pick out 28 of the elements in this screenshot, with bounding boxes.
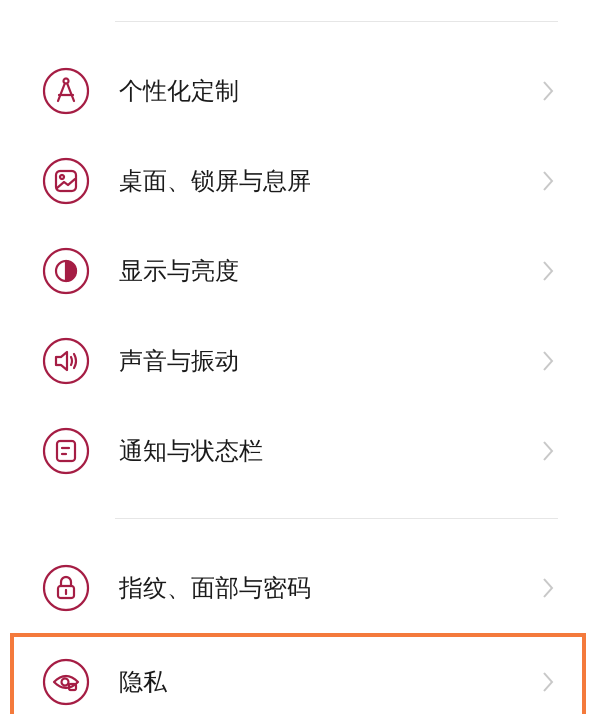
eye-icon (42, 658, 90, 706)
chevron-right-icon (542, 80, 554, 102)
chevron-right-icon (542, 440, 554, 462)
settings-item[interactable]: 指纹、面部与密码 (14, 543, 582, 633)
notification-icon (42, 427, 90, 475)
item-label: 指纹、面部与密码 (119, 573, 312, 604)
settings-item[interactable]: 隐私 (14, 637, 582, 714)
settings-item[interactable]: 通知与状态栏 (14, 406, 582, 496)
chevron-right-icon (542, 170, 554, 192)
speaker-icon (42, 337, 90, 385)
compass-icon (42, 67, 90, 115)
chevron-right-icon (542, 350, 554, 372)
chevron-right-icon (542, 260, 554, 282)
item-label: 声音与振动 (119, 346, 240, 377)
item-label: 桌面、锁屏与息屏 (119, 166, 312, 197)
settings-item[interactable]: 个性化定制 (14, 46, 582, 136)
item-label: 隐私 (119, 667, 168, 698)
settings-item[interactable]: 桌面、锁屏与息屏 (14, 136, 582, 226)
item-label: 显示与亮度 (119, 256, 240, 287)
lock-icon (42, 564, 90, 612)
item-label: 通知与状态栏 (119, 436, 264, 467)
settings-item[interactable]: 显示与亮度 (14, 226, 582, 316)
settings-item[interactable]: 声音与振动 (14, 316, 582, 406)
chevron-right-icon (542, 671, 554, 693)
picture-icon (42, 157, 90, 205)
half-circle-icon (42, 247, 90, 295)
item-label: 个性化定制 (119, 76, 240, 107)
chevron-right-icon (542, 577, 554, 599)
